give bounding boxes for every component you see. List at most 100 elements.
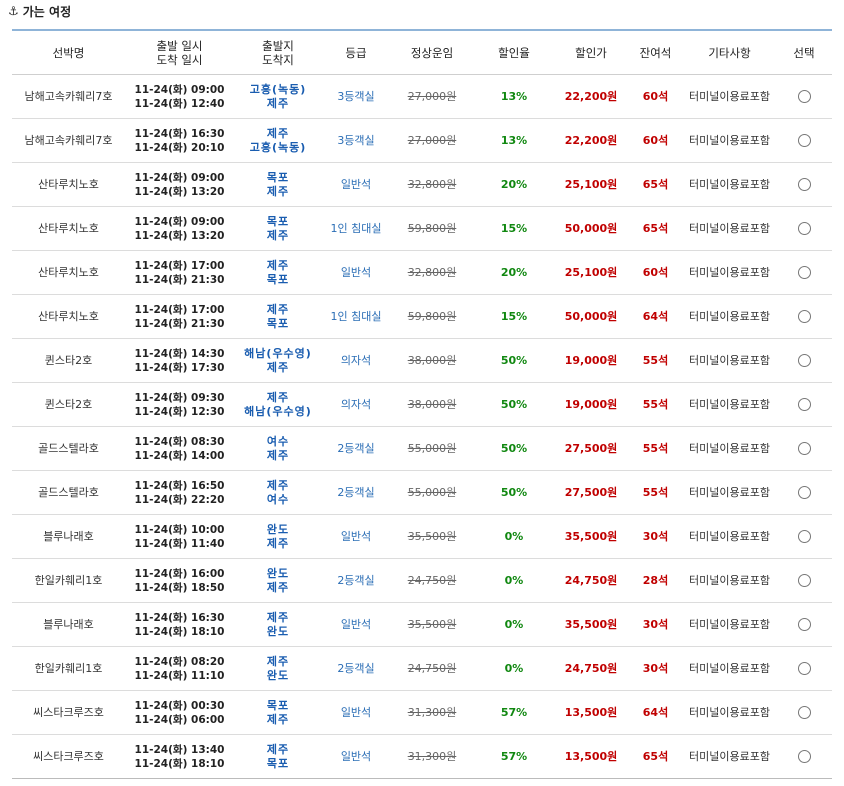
etc-note: 터미널이용료포함 xyxy=(683,470,776,515)
etc-note: 터미널이용료포함 xyxy=(683,426,776,471)
departure-time: 11-24(화) 08:20 xyxy=(134,655,225,668)
arrival-time: 11-24(화) 14:00 xyxy=(134,449,225,462)
arrival-port: 여수 xyxy=(266,492,290,506)
departure-port: 제주 xyxy=(266,478,290,492)
arrival-port: 제주 xyxy=(266,184,290,198)
remaining-seats: 30석 xyxy=(628,646,683,691)
schedule-cell: 11-24(화) 00:30 11-24(화) 06:00 xyxy=(125,690,234,735)
select-radio[interactable] xyxy=(797,134,811,147)
select-cell xyxy=(776,646,832,691)
ship-name: 블루나래호 xyxy=(12,514,125,559)
seat-grade: 일반석 xyxy=(322,602,390,647)
section-title: 가는 여정 xyxy=(22,4,72,19)
select-radio[interactable] xyxy=(797,442,811,455)
discount-rate: 50% xyxy=(474,382,554,427)
select-radio[interactable] xyxy=(797,178,811,191)
ship-name: 남해고속카훼리7호 xyxy=(12,74,125,119)
departure-time: 11-24(화) 09:30 xyxy=(134,391,225,404)
discount-price: 13,500원 xyxy=(554,690,628,735)
departure-time: 11-24(화) 09:00 xyxy=(134,171,225,184)
select-cell xyxy=(776,118,832,163)
ship-name: 산타루치노호 xyxy=(12,250,125,295)
schedule-cell: 11-24(화) 16:50 11-24(화) 22:20 xyxy=(125,470,234,515)
select-radio[interactable] xyxy=(797,90,811,103)
normal-fare: 24,750원 xyxy=(390,646,474,691)
route-cell: 제주 목포 xyxy=(234,294,322,339)
select-radio[interactable] xyxy=(797,222,811,235)
schedule-cell: 11-24(화) 09:00 11-24(화) 13:20 xyxy=(125,162,234,207)
seat-grade: 의자석 xyxy=(322,338,390,383)
departure-port: 제주 xyxy=(266,302,290,316)
select-radio[interactable] xyxy=(797,574,811,587)
discount-price: 22,200원 xyxy=(554,118,628,163)
discount-rate: 20% xyxy=(474,250,554,295)
departure-port: 완도 xyxy=(266,566,290,580)
departure-time: 11-24(화) 08:30 xyxy=(134,435,225,448)
remaining-seats: 64석 xyxy=(628,294,683,339)
ship-name: 골드스텔라호 xyxy=(12,426,125,471)
etc-note: 터미널이용료포함 xyxy=(683,646,776,691)
header-time: 출발 일시 도착 일시 xyxy=(125,30,234,75)
arrival-port: 제주 xyxy=(266,228,290,242)
discount-price: 50,000원 xyxy=(554,206,628,251)
departure-time: 11-24(화) 09:00 xyxy=(134,215,225,228)
table-row: 한일카훼리1호 11-24(화) 08:20 11-24(화) 11:10 제주… xyxy=(12,646,832,691)
discount-rate: 0% xyxy=(474,514,554,559)
etc-note: 터미널이용료포함 xyxy=(683,558,776,603)
discount-price: 50,000원 xyxy=(554,294,628,339)
header-port-arrival: 도착지 xyxy=(262,52,294,67)
select-cell xyxy=(776,470,832,515)
schedule-cell: 11-24(화) 16:30 11-24(화) 20:10 xyxy=(125,118,234,163)
arrival-port: 해남(우수영) xyxy=(244,404,312,418)
arrival-time: 11-24(화) 22:20 xyxy=(134,493,225,506)
route-cell: 제주 목포 xyxy=(234,734,322,779)
table-row: 씨스타크루즈호 11-24(화) 13:40 11-24(화) 18:10 제주… xyxy=(12,734,832,779)
route-cell: 제주 목포 xyxy=(234,250,322,295)
select-radio[interactable] xyxy=(797,266,811,279)
select-cell xyxy=(776,426,832,471)
route-cell: 완도 제주 xyxy=(234,558,322,603)
select-cell xyxy=(776,514,832,559)
arrival-time: 11-24(화) 11:10 xyxy=(134,669,225,682)
departure-time: 11-24(화) 16:50 xyxy=(134,479,225,492)
ship-name: 퀸스타2호 xyxy=(12,338,125,383)
seat-grade: 2등객실 xyxy=(322,646,390,691)
discount-price: 27,500원 xyxy=(554,470,628,515)
select-radio[interactable] xyxy=(797,310,811,323)
arrival-time: 11-24(화) 17:30 xyxy=(134,361,225,374)
select-radio[interactable] xyxy=(797,618,811,631)
normal-fare: 32,800원 xyxy=(390,162,474,207)
select-cell xyxy=(776,162,832,207)
select-radio[interactable] xyxy=(797,662,811,675)
table-row: 블루나래호 11-24(화) 10:00 11-24(화) 11:40 완도 제… xyxy=(12,514,832,559)
departure-port: 목포 xyxy=(266,170,290,184)
schedule-table: 선박명 출발 일시 도착 일시 출발지 도착지 등급 정상운임 할인율 할인가 … xyxy=(12,29,832,779)
select-cell xyxy=(776,74,832,119)
ship-name: 한일카훼리1호 xyxy=(12,558,125,603)
departure-port: 해남(우수영) xyxy=(244,346,312,360)
schedule-cell: 11-24(화) 14:30 11-24(화) 17:30 xyxy=(125,338,234,383)
select-radio[interactable] xyxy=(797,706,811,719)
select-radio[interactable] xyxy=(797,750,811,763)
departure-time: 11-24(화) 17:00 xyxy=(134,259,225,272)
remaining-seats: 65석 xyxy=(628,206,683,251)
ship-name: 산타루치노호 xyxy=(12,294,125,339)
seat-grade: 3등객실 xyxy=(322,74,390,119)
discount-rate: 0% xyxy=(474,646,554,691)
seat-grade: 일반석 xyxy=(322,250,390,295)
select-cell xyxy=(776,250,832,295)
normal-fare: 38,000원 xyxy=(390,338,474,383)
select-radio[interactable] xyxy=(797,354,811,367)
header-etc: 기타사항 xyxy=(683,30,776,75)
select-radio[interactable] xyxy=(797,530,811,543)
select-radio[interactable] xyxy=(797,398,811,411)
arrival-port: 목포 xyxy=(266,756,290,770)
departure-time: 11-24(화) 14:30 xyxy=(134,347,225,360)
discount-price: 25,100원 xyxy=(554,162,628,207)
departure-port: 목포 xyxy=(266,214,290,228)
select-radio[interactable] xyxy=(797,486,811,499)
arrival-port: 제주 xyxy=(266,712,290,726)
normal-fare: 35,500원 xyxy=(390,602,474,647)
schedule-cell: 11-24(화) 08:30 11-24(화) 14:00 xyxy=(125,426,234,471)
discount-rate: 15% xyxy=(474,206,554,251)
